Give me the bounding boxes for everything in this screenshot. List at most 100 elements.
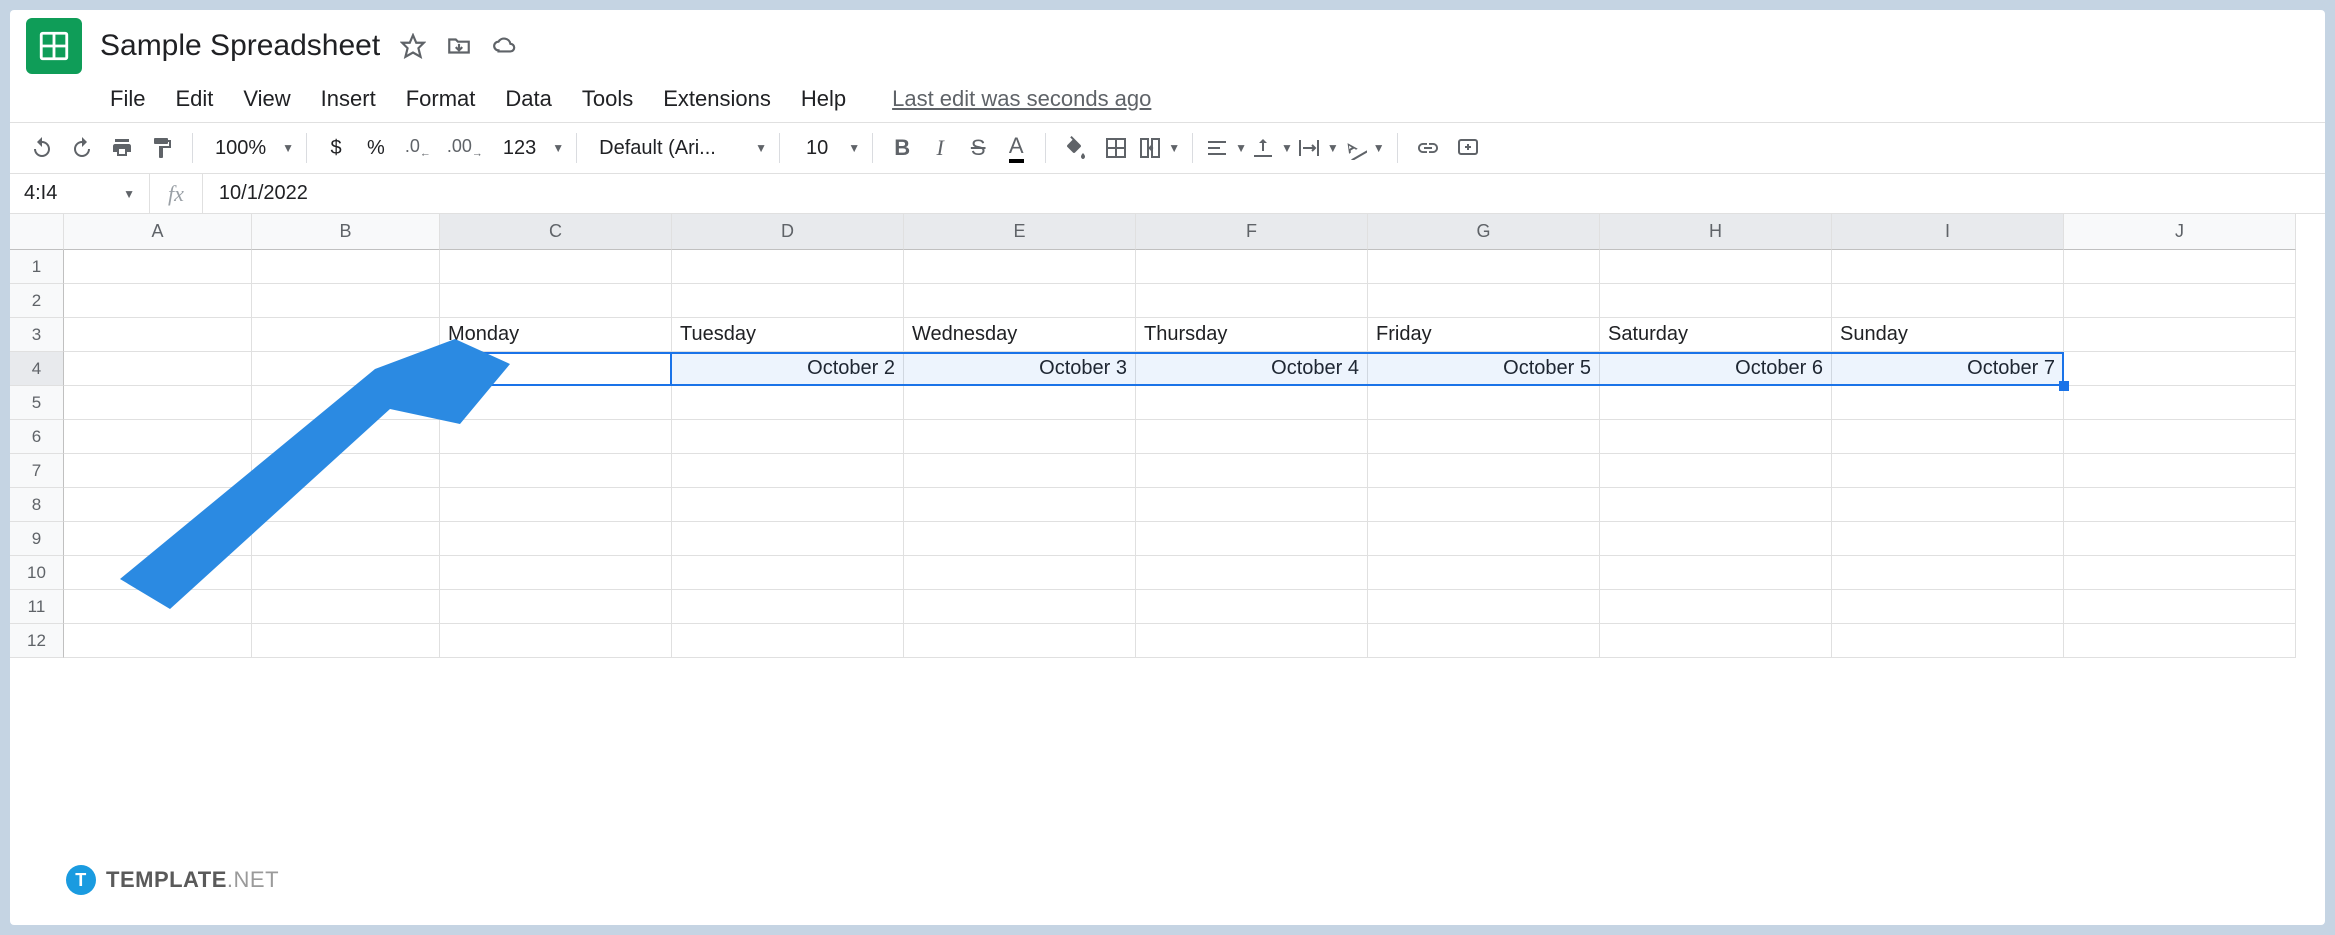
cloud-status-icon[interactable] <box>492 33 518 59</box>
cell[interactable] <box>904 420 1136 454</box>
cell[interactable] <box>440 386 672 420</box>
cell[interactable] <box>1136 386 1368 420</box>
cell[interactable] <box>1832 420 2064 454</box>
cell[interactable] <box>252 386 440 420</box>
row-header-4[interactable]: 4 <box>10 352 64 386</box>
vertical-align-button[interactable]: ▼ <box>1251 136 1293 160</box>
cell[interactable] <box>1832 454 2064 488</box>
cell[interactable] <box>2064 318 2296 352</box>
menu-tools[interactable]: Tools <box>582 86 633 112</box>
menu-format[interactable]: Format <box>406 86 476 112</box>
cell[interactable] <box>440 454 672 488</box>
cell[interactable] <box>904 556 1136 590</box>
redo-icon[interactable] <box>64 129 100 167</box>
cell[interactable] <box>904 284 1136 318</box>
cell[interactable] <box>252 420 440 454</box>
col-header-B[interactable]: B <box>252 214 440 250</box>
cell[interactable] <box>1368 556 1600 590</box>
col-header-H[interactable]: H <box>1600 214 1832 250</box>
cell[interactable] <box>1136 284 1368 318</box>
spreadsheet-grid[interactable]: A B C D E F G H I J 1 2 3 4 5 6 7 8 9 10 <box>10 214 2325 658</box>
cell[interactable] <box>2064 556 2296 590</box>
cell[interactable] <box>1600 522 1832 556</box>
cell-F3[interactable]: Thursday <box>1136 318 1368 352</box>
font-size-select[interactable]: 10▼ <box>792 137 860 160</box>
cell[interactable] <box>1600 624 1832 658</box>
menu-view[interactable]: View <box>243 86 290 112</box>
cell[interactable] <box>1368 250 1600 284</box>
col-header-I[interactable]: I <box>1832 214 2064 250</box>
col-header-J[interactable]: J <box>2064 214 2296 250</box>
menu-help[interactable]: Help <box>801 86 846 112</box>
font-select[interactable]: Default (Ari...▼ <box>589 137 767 160</box>
cell[interactable] <box>2064 454 2296 488</box>
cell[interactable] <box>1600 386 1832 420</box>
cell[interactable] <box>64 250 252 284</box>
cell[interactable] <box>252 250 440 284</box>
row-header-2[interactable]: 2 <box>10 284 64 318</box>
col-header-A[interactable]: A <box>64 214 252 250</box>
cell[interactable] <box>672 454 904 488</box>
row-header-10[interactable]: 10 <box>10 556 64 590</box>
cell[interactable] <box>2064 250 2296 284</box>
cell[interactable] <box>1136 522 1368 556</box>
cell[interactable] <box>252 522 440 556</box>
cell[interactable] <box>252 488 440 522</box>
cell[interactable] <box>1600 454 1832 488</box>
cell[interactable] <box>1136 454 1368 488</box>
menu-edit[interactable]: Edit <box>175 86 213 112</box>
cell[interactable] <box>440 624 672 658</box>
cell[interactable] <box>440 284 672 318</box>
cell[interactable] <box>252 352 440 386</box>
cell-F4[interactable]: October 4 <box>1136 352 1368 386</box>
print-icon[interactable] <box>104 129 140 167</box>
cell[interactable] <box>64 318 252 352</box>
cell[interactable] <box>904 590 1136 624</box>
row-header-6[interactable]: 6 <box>10 420 64 454</box>
cell[interactable] <box>252 624 440 658</box>
cell[interactable] <box>1136 556 1368 590</box>
cell[interactable] <box>1832 386 2064 420</box>
row-header-12[interactable]: 12 <box>10 624 64 658</box>
cell[interactable] <box>1368 522 1600 556</box>
cell[interactable] <box>672 590 904 624</box>
cell-E3[interactable]: Wednesday <box>904 318 1136 352</box>
cell[interactable] <box>440 250 672 284</box>
cell[interactable] <box>904 250 1136 284</box>
row-header-11[interactable]: 11 <box>10 590 64 624</box>
cell[interactable] <box>904 386 1136 420</box>
cell[interactable] <box>2064 420 2296 454</box>
row-header-1[interactable]: 1 <box>10 250 64 284</box>
cell[interactable] <box>252 318 440 352</box>
formula-input[interactable]: 10/1/2022 <box>203 182 324 205</box>
cell[interactable] <box>64 352 252 386</box>
cell[interactable] <box>1832 250 2064 284</box>
cell-C4[interactable]: October 1 <box>440 352 672 386</box>
cell[interactable] <box>440 590 672 624</box>
decrease-decimal-button[interactable]: .0← <box>399 129 437 167</box>
menu-insert[interactable]: Insert <box>321 86 376 112</box>
cell[interactable] <box>64 284 252 318</box>
cell[interactable] <box>672 488 904 522</box>
col-header-C[interactable]: C <box>440 214 672 250</box>
cell[interactable] <box>440 420 672 454</box>
bold-button[interactable]: B <box>885 129 919 167</box>
cell[interactable] <box>2064 488 2296 522</box>
row-header-5[interactable]: 5 <box>10 386 64 420</box>
cell[interactable] <box>1136 420 1368 454</box>
text-color-button[interactable]: A <box>999 129 1033 167</box>
strikethrough-button[interactable]: S <box>961 129 995 167</box>
cell[interactable] <box>1368 590 1600 624</box>
number-format-select[interactable]: 123▼ <box>493 137 564 160</box>
cell[interactable] <box>904 522 1136 556</box>
cell[interactable] <box>1832 522 2064 556</box>
cell-I4[interactable]: October 7 <box>1832 352 2064 386</box>
cell-H3[interactable]: Saturday <box>1600 318 1832 352</box>
cell[interactable] <box>1136 250 1368 284</box>
cell[interactable] <box>904 624 1136 658</box>
row-header-3[interactable]: 3 <box>10 318 64 352</box>
cell[interactable] <box>440 556 672 590</box>
cell[interactable] <box>1600 250 1832 284</box>
cell[interactable] <box>1136 624 1368 658</box>
cell-I3[interactable]: Sunday <box>1832 318 2064 352</box>
